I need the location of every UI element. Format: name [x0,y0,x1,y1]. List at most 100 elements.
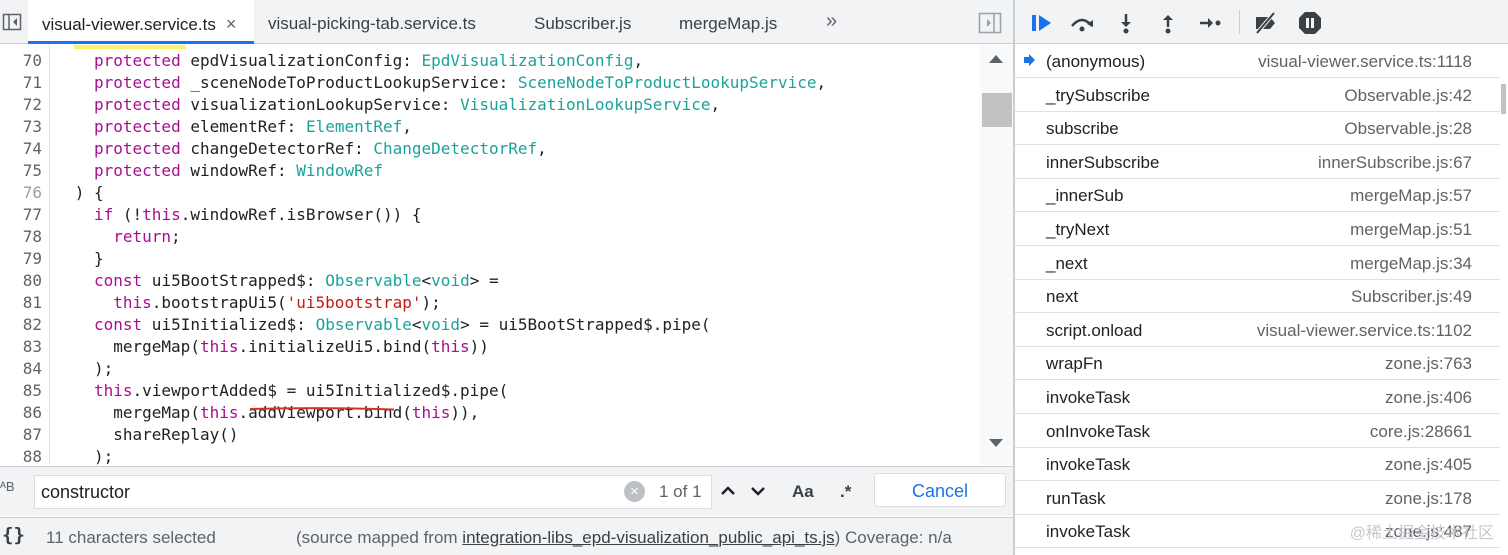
scroll-up-icon[interactable] [988,53,1004,65]
call-frame[interactable]: _tryNext mergeMap.js:51 [1015,212,1500,246]
replace-toggle-icon[interactable]: ᴬB [0,479,15,494]
line-number[interactable]: 85 [0,380,42,402]
call-frame[interactable]: subscribe Observable.js:28 [1015,111,1500,146]
frame-location[interactable]: zone.js:406 [1385,388,1472,408]
frame-location[interactable]: visual-viewer.service.ts:1118 [1258,52,1472,72]
match-case-button[interactable]: Aa [792,482,814,502]
call-frame[interactable]: invokeTask zone.js:405 [1015,447,1500,482]
line-number[interactable]: 83 [0,336,42,358]
code-line[interactable]: 85 this.viewportAdded$ = ui5Initialized$.… [0,380,980,402]
pretty-print-icon[interactable]: {} [2,524,25,546]
debugger-toggle-icon[interactable] [978,12,1002,34]
code-line[interactable]: 83 mergeMap(this.initializeUi5.bind(this)… [0,336,980,358]
tab-visual-viewer-service[interactable]: visual-viewer.service.ts × [28,0,254,44]
call-frame[interactable]: wrapFn zone.js:763 [1015,346,1500,381]
step-out-button[interactable] [1155,10,1181,36]
line-number[interactable]: 86 [0,402,42,424]
callstack-scroll-thumb[interactable] [1501,84,1506,114]
clear-search-icon[interactable]: × [624,481,645,502]
tab-mergemap[interactable]: mergeMap.js [679,0,777,44]
call-frame[interactable]: _trySubscribe Observable.js:42 [1015,78,1500,112]
code-line[interactable]: 73 protected elementRef: ElementRef, [0,116,980,138]
frame-location[interactable]: zone.js:178 [1385,489,1472,509]
line-number[interactable]: 78 [0,226,42,248]
resume-button[interactable] [1029,10,1055,36]
code-line[interactable]: 80 const ui5BootStrapped$: Observable<voi… [0,270,980,292]
frame-location[interactable]: mergeMap.js:34 [1350,254,1472,274]
line-number[interactable]: 75 [0,160,42,182]
frame-location[interactable]: Subscriber.js:49 [1351,287,1472,307]
code-line[interactable]: 77 if (!this.windowRef.isBrowser()) { [0,204,980,226]
call-frame[interactable]: runTask zone.js:178 [1015,481,1500,515]
frame-location[interactable]: core.js:28661 [1370,422,1472,442]
line-number[interactable]: 87 [0,424,42,446]
code-line[interactable]: 76) { [0,182,980,204]
line-number[interactable]: 79 [0,248,42,270]
previous-match-icon[interactable] [714,477,742,505]
line-number[interactable]: 76 [0,182,42,204]
editor-scrollbar[interactable] [980,45,1013,465]
frame-function-name: _tryNext [1046,220,1110,239]
step-into-button[interactable] [1113,10,1139,36]
line-number[interactable]: 88 [0,446,42,465]
deactivate-breakpoints-button[interactable] [1253,10,1279,36]
line-number[interactable]: 80 [0,270,42,292]
line-number[interactable]: 77 [0,204,42,226]
callstack-scrollbar[interactable] [1500,44,1508,555]
toolbar-separator [1239,10,1240,34]
call-frame[interactable]: innerSubscribe innerSubscribe.js:67 [1015,145,1500,179]
code-line[interactable]: 78 return; [0,226,980,248]
line-number[interactable]: 70 [0,50,42,72]
tab-visual-picking-tab-service[interactable]: visual-picking-tab.service.ts [268,0,476,44]
scroll-thumb[interactable] [982,93,1012,127]
close-icon[interactable]: × [226,14,237,34]
pause-on-exceptions-button[interactable] [1297,10,1323,36]
code-line[interactable]: 79} [0,248,980,270]
frame-location[interactable]: mergeMap.js:51 [1350,220,1472,240]
step-button[interactable] [1197,10,1223,36]
code-line[interactable]: 75 protected windowRef: WindowRef [0,160,980,182]
call-frame[interactable]: invokeTask zone.js:406 [1015,380,1500,414]
cancel-button[interactable]: Cancel [874,473,1006,507]
code-line[interactable]: 84); [0,358,980,380]
more-tabs-button[interactable]: » [826,10,837,33]
call-frame[interactable]: _next mergeMap.js:34 [1015,246,1500,280]
call-frame[interactable]: script.onload visual-viewer.service.ts:11… [1015,313,1500,347]
call-frame[interactable]: onInvokeTask core.js:28661 [1015,414,1500,448]
next-match-icon[interactable] [744,477,772,505]
code-line[interactable]: 88); [0,446,980,465]
step-over-button[interactable] [1069,10,1095,36]
call-frame[interactable]: _innerSub mergeMap.js:57 [1015,178,1500,213]
search-input[interactable] [34,475,712,509]
code-line[interactable]: 87 shareReplay() [0,424,980,446]
call-frame[interactable]: (anonymous) visual-viewer.service.ts:1118 [1015,44,1500,78]
line-number[interactable]: 71 [0,72,42,94]
line-number[interactable]: 81 [0,292,42,314]
code-line[interactable]: 74 protected changeDetectorRef: ChangeDet… [0,138,980,160]
line-number[interactable]: 82 [0,314,42,336]
frame-location[interactable]: innerSubscribe.js:67 [1318,153,1472,173]
regex-button[interactable]: .* [840,482,851,502]
code-line[interactable]: 81 this.bootstrapUi5('ui5bootstrap'); [0,292,980,314]
tab-subscriber[interactable]: Subscriber.js [534,0,631,44]
source-map-link[interactable]: integration-libs_epd-visualization_publi… [462,528,834,547]
frame-location[interactable]: zone.js:405 [1385,455,1472,475]
frame-location[interactable]: visual-viewer.service.ts:1102 [1257,321,1472,341]
code-line[interactable]: 71 protected _sceneNodeToProductLookupSer… [0,72,980,94]
code-editor[interactable]: 70 protected epdVisualizationConfig: EpdV… [0,45,980,465]
code-line[interactable]: 72 protected visualizationLookupService: … [0,94,980,116]
frame-location[interactable]: mergeMap.js:57 [1350,186,1472,206]
scroll-down-icon[interactable] [988,437,1004,449]
frame-location[interactable]: zone.js:763 [1385,354,1472,374]
code-line[interactable]: 82 const ui5Initialized$: Observable<void… [0,314,980,336]
call-frame[interactable]: next Subscriber.js:49 [1015,279,1500,314]
frame-location[interactable]: Observable.js:42 [1344,86,1472,106]
frame-location[interactable]: Observable.js:28 [1344,119,1472,139]
line-number[interactable]: 72 [0,94,42,116]
navigator-toggle-button[interactable] [0,8,24,36]
line-number[interactable]: 73 [0,116,42,138]
code-line[interactable]: 86 mergeMap(this.addViewport.bind(this)), [0,402,980,424]
line-number[interactable]: 84 [0,358,42,380]
line-number[interactable]: 74 [0,138,42,160]
code-line[interactable]: 70 protected epdVisualizationConfig: EpdV… [0,50,980,72]
